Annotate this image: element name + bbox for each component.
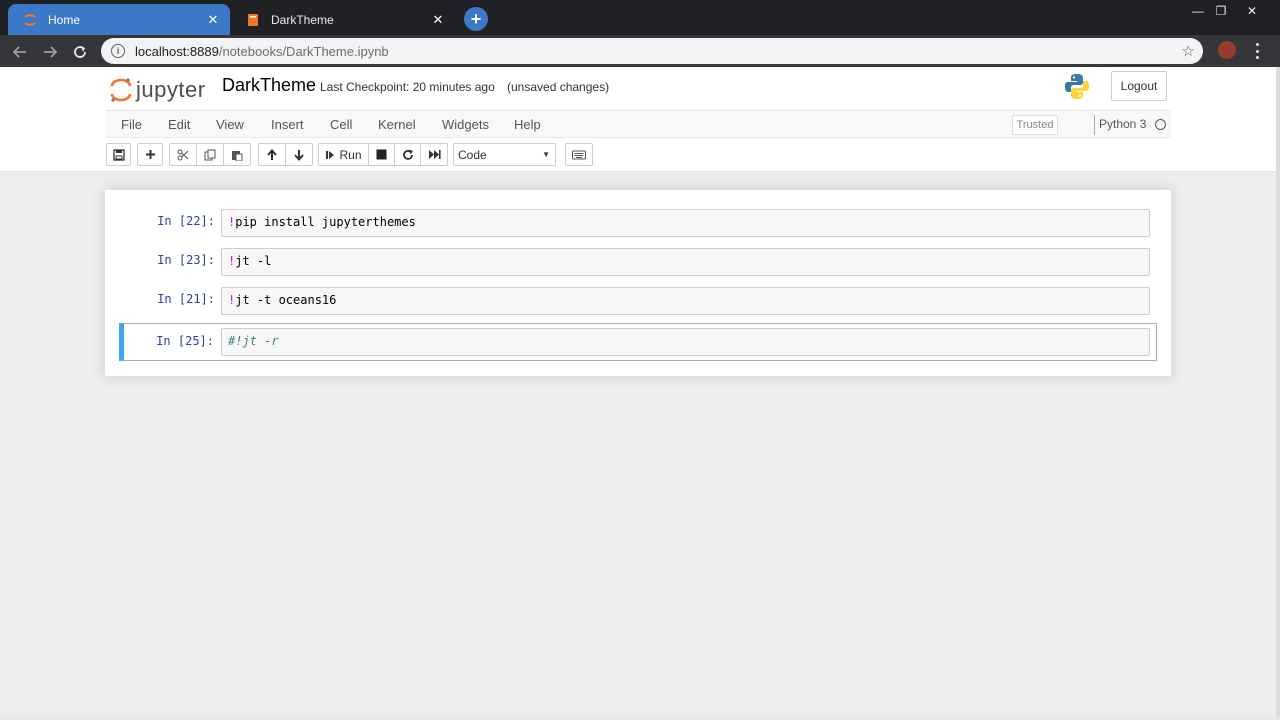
code-cell[interactable]: In [22]: !pip install jupyterthemes bbox=[119, 206, 1157, 240]
input-prompt: In [22]: bbox=[157, 214, 215, 228]
run-label: Run bbox=[339, 147, 362, 162]
step-forward-icon bbox=[326, 150, 335, 159]
move-up-button[interactable] bbox=[258, 143, 286, 166]
save-icon bbox=[112, 148, 125, 161]
menu-view[interactable]: View bbox=[216, 117, 244, 132]
tab-home[interactable]: Home ✕ bbox=[8, 4, 230, 35]
menu-help[interactable]: Help bbox=[514, 117, 541, 132]
scissors-icon bbox=[177, 149, 189, 160]
extension-icon[interactable] bbox=[1218, 41, 1236, 59]
kernel-name: Python 3 bbox=[1099, 117, 1147, 131]
input-prompt: In [25]: bbox=[156, 334, 214, 348]
menu-cell[interactable]: Cell bbox=[330, 117, 352, 132]
selected-code-cell[interactable]: In [25]: #!jt -r bbox=[119, 323, 1157, 361]
menu-kernel[interactable]: Kernel bbox=[378, 117, 416, 132]
notebook-name[interactable]: DarkTheme bbox=[222, 75, 316, 96]
menu-file[interactable]: File bbox=[121, 117, 142, 132]
cut-button[interactable] bbox=[169, 143, 197, 166]
save-button[interactable] bbox=[106, 143, 131, 166]
insert-cell-button[interactable] bbox=[137, 143, 163, 166]
autosave-status: (unsaved changes) bbox=[507, 80, 610, 94]
code-cell[interactable]: In [23]: !jt -l bbox=[119, 245, 1157, 279]
url-text: localhost:8889/notebooks/DarkTheme.ipynb bbox=[135, 43, 389, 59]
restart-run-all-button[interactable] bbox=[420, 143, 448, 166]
code-input[interactable]: !jt -l bbox=[221, 248, 1150, 276]
cell-type-select[interactable]: Code ▼ bbox=[453, 143, 556, 166]
new-tab-button[interactable]: + bbox=[464, 7, 488, 31]
paste-icon bbox=[232, 150, 243, 161]
notebook-menubar: File Edit View Insert Cell Kernel Widget… bbox=[106, 110, 1171, 138]
notebook-icon bbox=[245, 12, 261, 28]
reload-icon[interactable] bbox=[68, 40, 92, 64]
run-button[interactable]: Run bbox=[318, 143, 369, 166]
window-close-icon[interactable]: ✕ bbox=[1238, 0, 1266, 22]
code-input[interactable]: !jt -t oceans16 bbox=[221, 287, 1150, 315]
back-icon[interactable] bbox=[8, 40, 32, 64]
logout-button[interactable]: Logout bbox=[1111, 71, 1167, 101]
menu-widgets[interactable]: Widgets bbox=[442, 117, 489, 132]
kernel-separator bbox=[1094, 115, 1095, 135]
tab-title: Home bbox=[48, 12, 81, 27]
code-input[interactable]: #!jt -r bbox=[221, 328, 1150, 356]
tab-title: DarkTheme bbox=[271, 12, 334, 27]
interrupt-button[interactable] bbox=[368, 143, 395, 166]
input-prompt: In [21]: bbox=[157, 292, 215, 306]
chevron-down-icon: ▼ bbox=[542, 150, 550, 159]
move-down-button[interactable] bbox=[285, 143, 313, 166]
forward-icon[interactable] bbox=[38, 40, 62, 64]
code-input[interactable]: !pip install jupyterthemes bbox=[221, 209, 1150, 237]
notebook-container: In [22]: !pip install jupyterthemes In [… bbox=[105, 190, 1171, 376]
keyboard-icon bbox=[572, 150, 586, 159]
stop-icon bbox=[376, 149, 387, 160]
code-cell[interactable]: In [21]: !jt -t oceans16 bbox=[119, 284, 1157, 318]
browser-menu-icon[interactable] bbox=[1250, 43, 1264, 59]
browser-toolbar: i localhost:8889/notebooks/DarkTheme.ipy… bbox=[0, 35, 1280, 67]
python-logo-icon bbox=[1065, 74, 1089, 99]
arrow-up-icon bbox=[267, 148, 277, 160]
checkpoint-status: Last Checkpoint: 20 minutes ago bbox=[320, 80, 495, 94]
bottom-edge bbox=[0, 716, 1280, 720]
close-icon[interactable]: ✕ bbox=[206, 13, 220, 27]
bookmark-star-icon[interactable]: ☆ bbox=[1182, 42, 1195, 60]
address-bar[interactable]: i localhost:8889/notebooks/DarkTheme.ipy… bbox=[101, 38, 1203, 64]
trusted-indicator[interactable]: Trusted bbox=[1012, 115, 1058, 135]
restore-icon[interactable]: ❐ bbox=[1207, 0, 1235, 22]
paste-button[interactable] bbox=[223, 143, 251, 166]
refresh-icon bbox=[402, 149, 413, 160]
fast-forward-icon bbox=[428, 150, 441, 159]
tab-darktheme[interactable]: DarkTheme ✕ bbox=[231, 4, 455, 35]
copy-button[interactable] bbox=[196, 143, 224, 166]
arrow-down-icon bbox=[294, 149, 304, 161]
jupyter-logo-icon bbox=[110, 78, 132, 102]
browser-tab-strip: Home ✕ DarkTheme ✕ + — ❐ ✕ bbox=[0, 0, 1280, 35]
jupyter-logo[interactable]: jupyter bbox=[110, 75, 206, 105]
restart-kernel-button[interactable] bbox=[394, 143, 421, 166]
menu-edit[interactable]: Edit bbox=[168, 117, 190, 132]
menu-insert[interactable]: Insert bbox=[271, 117, 304, 132]
close-icon[interactable]: ✕ bbox=[431, 13, 445, 27]
page-scrollbar[interactable] bbox=[1276, 67, 1280, 720]
kernel-idle-indicator-icon bbox=[1155, 119, 1166, 130]
jupyter-icon bbox=[22, 12, 38, 28]
copy-icon bbox=[204, 149, 216, 160]
command-palette-button[interactable] bbox=[565, 143, 593, 166]
cell-type-value: Code bbox=[458, 147, 487, 162]
input-prompt: In [23]: bbox=[157, 253, 215, 267]
plus-icon bbox=[145, 150, 155, 159]
jupyter-logo-text: jupyter bbox=[136, 77, 206, 102]
info-icon[interactable]: i bbox=[111, 44, 125, 58]
